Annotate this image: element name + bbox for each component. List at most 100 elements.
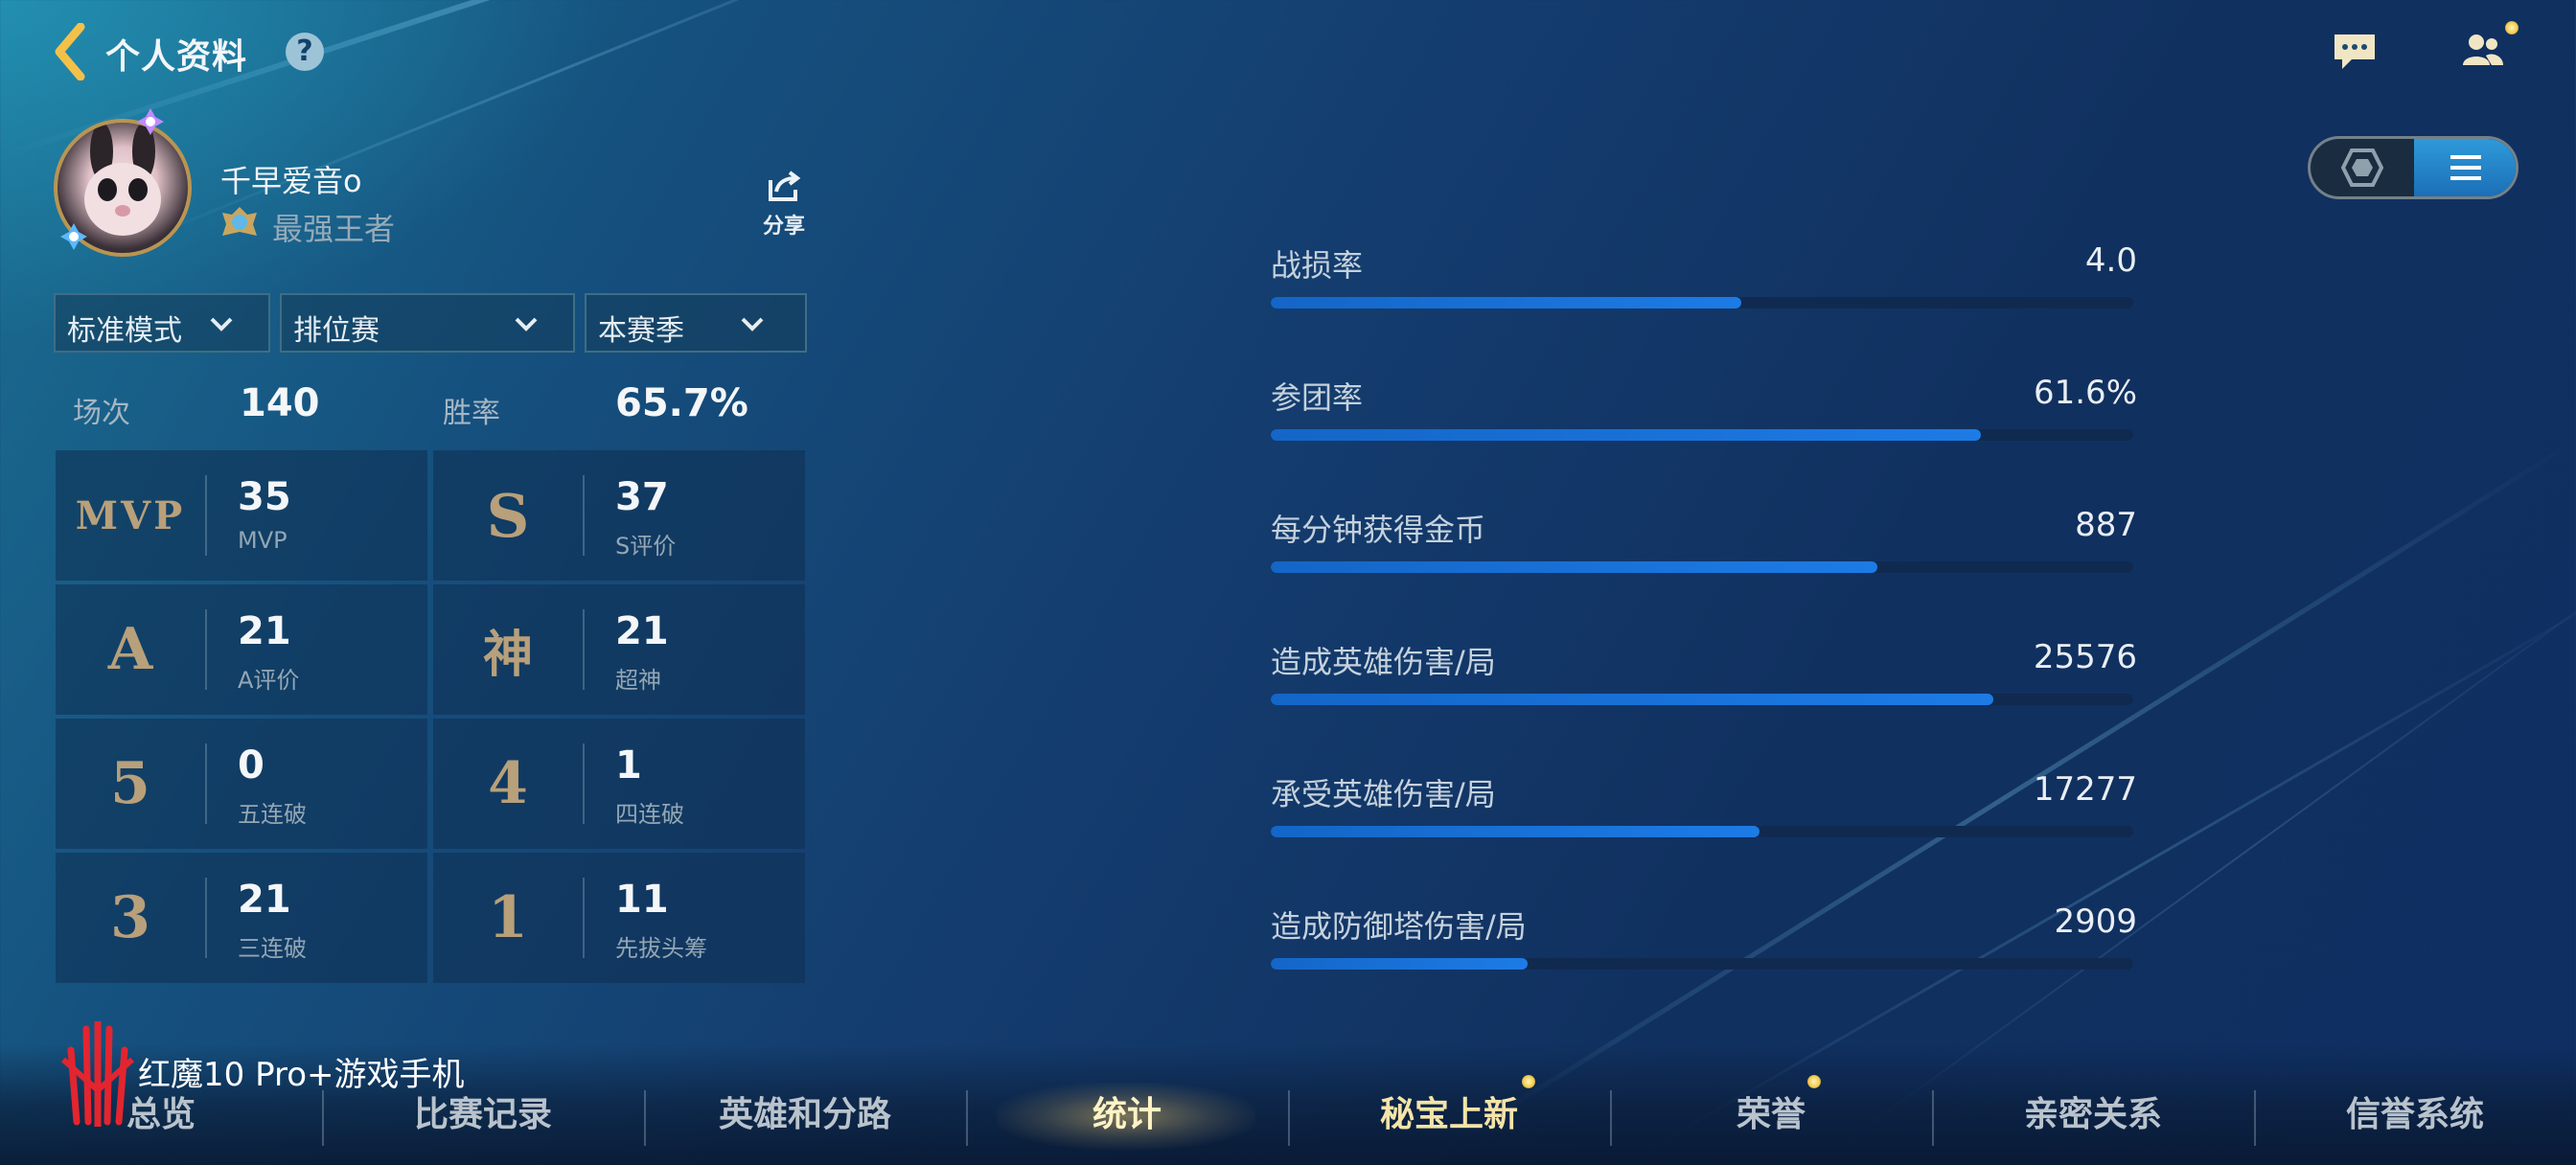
stat-caption: MVP (238, 527, 288, 554)
chevron-down-icon (515, 317, 538, 331)
match-type-dropdown-label: 排位赛 (293, 314, 380, 348)
stat-caption: 三连破 (238, 935, 307, 962)
friends-icon[interactable] (2457, 29, 2507, 71)
stat-cell-godlike: 神 21 超神 (433, 584, 805, 715)
rank-label: 最强王者 (272, 211, 396, 247)
stat-caption: 四连破 (615, 801, 684, 828)
stat-row-gold-per-minute: 每分钟获得金币 887 (1271, 506, 2137, 592)
stat-number: 887 (2075, 506, 2137, 544)
tab-intimacy[interactable]: 亲密关系 (1932, 1086, 2254, 1154)
stat-name: 造成防御塔伤害/局 (1271, 908, 1527, 945)
tab-new-treasures[interactable]: 秘宝上新 (1288, 1086, 1610, 1154)
godlike-icon: 神 (482, 625, 533, 684)
progress-fill (1271, 429, 1981, 441)
stat-value: 0 (238, 743, 264, 788)
redmagic-logo-icon (61, 1021, 134, 1127)
back-button[interactable] (52, 22, 90, 81)
purple-gem-icon (137, 108, 164, 135)
stat-value: 37 (615, 475, 669, 519)
stat-cell-triple-kill: 3 21 三连破 (56, 853, 427, 983)
stat-number: 25576 (2033, 638, 2137, 676)
stat-name: 战损率 (1271, 247, 1364, 284)
stat-number: 17277 (2033, 770, 2137, 809)
help-icon[interactable]: ? (286, 33, 324, 71)
season-dropdown[interactable]: 本赛季 (585, 293, 807, 353)
player-name: 千早爱音o (220, 163, 362, 199)
mode-dropdown[interactable]: 标准模式 (54, 293, 270, 353)
share-button[interactable]: 分享 (757, 167, 811, 243)
stat-row-tower-damage: 造成防御塔伤害/局 2909 (1271, 902, 2137, 989)
side-id-text: 10568278 (0, 537, 2, 623)
progress-track (1271, 429, 2133, 441)
stat-name: 参团率 (1271, 379, 1364, 416)
stat-cell-penta-kill: 5 0 五连破 (56, 719, 427, 849)
chevron-down-icon (210, 317, 233, 331)
hexagon-icon (2341, 148, 2383, 187)
progress-track (1271, 297, 2133, 308)
blue-gem-icon (60, 223, 87, 250)
progress-track (1271, 694, 2133, 705)
season-dropdown-label: 本赛季 (598, 314, 684, 348)
notification-dot (1807, 1075, 1821, 1088)
stat-value: 21 (238, 878, 291, 922)
games-label: 场次 (73, 397, 130, 430)
list-view-option[interactable] (2414, 139, 2516, 196)
quadra-kill-icon: 4 (488, 750, 528, 817)
stat-row-teamfight-rate: 参团率 61.6% (1271, 374, 2137, 460)
stat-cell-first-blood: 1 11 先拔头筹 (433, 853, 805, 983)
stat-caption: 五连破 (238, 801, 307, 828)
progress-fill (1271, 561, 1877, 573)
penta-kill-icon: 5 (110, 750, 150, 817)
progress-track (1271, 561, 2133, 573)
progress-track (1271, 826, 2133, 837)
stat-cell-mvp: MVP 35 MVP (56, 450, 427, 581)
stat-value: 21 (238, 609, 291, 653)
radar-view-option[interactable] (2311, 139, 2414, 196)
chat-icon[interactable] (2331, 31, 2379, 73)
progress-track (1271, 958, 2133, 970)
stat-grid: MVP 35 MVP S 37 S评价 A 21 A评价 神 21 超神 5 0… (56, 450, 805, 983)
notification-dot (2505, 21, 2518, 34)
chevron-down-icon (741, 317, 764, 331)
match-type-dropdown[interactable]: 排位赛 (280, 293, 575, 353)
tab-statistics[interactable]: 统计 (966, 1086, 1288, 1154)
stat-number: 61.6% (2033, 374, 2137, 412)
mvp-icon: MVP (75, 492, 186, 538)
tab-overview[interactable]: 总览 (0, 1086, 322, 1154)
stat-value: 35 (238, 475, 291, 519)
list-icon (2450, 155, 2481, 180)
progress-fill (1271, 826, 1760, 837)
tab-honors[interactable]: 荣誉 (1610, 1086, 1932, 1154)
stat-number: 2909 (2054, 902, 2137, 941)
progress-fill (1271, 297, 1741, 308)
progress-fill (1271, 694, 1994, 705)
stat-caption: S评价 (615, 533, 677, 560)
share-icon (769, 171, 801, 201)
tab-credit-system[interactable]: 信誉系统 (2254, 1086, 2576, 1154)
chevron-left-icon (55, 22, 85, 81)
view-toggle[interactable] (2308, 136, 2518, 199)
device-watermark: 红魔10 Pro+游戏手机 (138, 1056, 465, 1094)
stat-name: 每分钟获得金币 (1271, 512, 1486, 548)
stat-caption: 先拔头筹 (615, 935, 707, 962)
stat-row-death-rate: 战损率 4.0 (1271, 241, 2137, 328)
winrate-label: 胜率 (443, 397, 500, 430)
stat-cell-quadra-kill: 4 1 四连破 (433, 719, 805, 849)
stat-caption: A评价 (238, 667, 300, 694)
stat-number: 4.0 (2084, 241, 2137, 280)
stat-cell-a-rating: A 21 A评价 (56, 584, 427, 715)
stat-row-damage-taken: 承受英雄伤害/局 17277 (1271, 770, 2137, 857)
stat-value: 11 (615, 878, 669, 922)
tab-match-history[interactable]: 比赛记录 (322, 1086, 644, 1154)
notification-dot (1522, 1075, 1535, 1088)
share-label: 分享 (762, 215, 805, 239)
stat-name: 承受英雄伤害/局 (1271, 776, 1496, 812)
page-title: 个人资料 (105, 37, 248, 77)
games-value: 140 (240, 381, 320, 425)
first-blood-icon: 1 (488, 884, 528, 951)
rank-badge-icon (222, 207, 257, 236)
a-rating-icon: A (107, 616, 153, 683)
tab-heroes-lanes[interactable]: 英雄和分路 (644, 1086, 966, 1154)
stat-cell-s-rating: S 37 S评价 (433, 450, 805, 581)
stat-name: 造成英雄伤害/局 (1271, 644, 1496, 680)
